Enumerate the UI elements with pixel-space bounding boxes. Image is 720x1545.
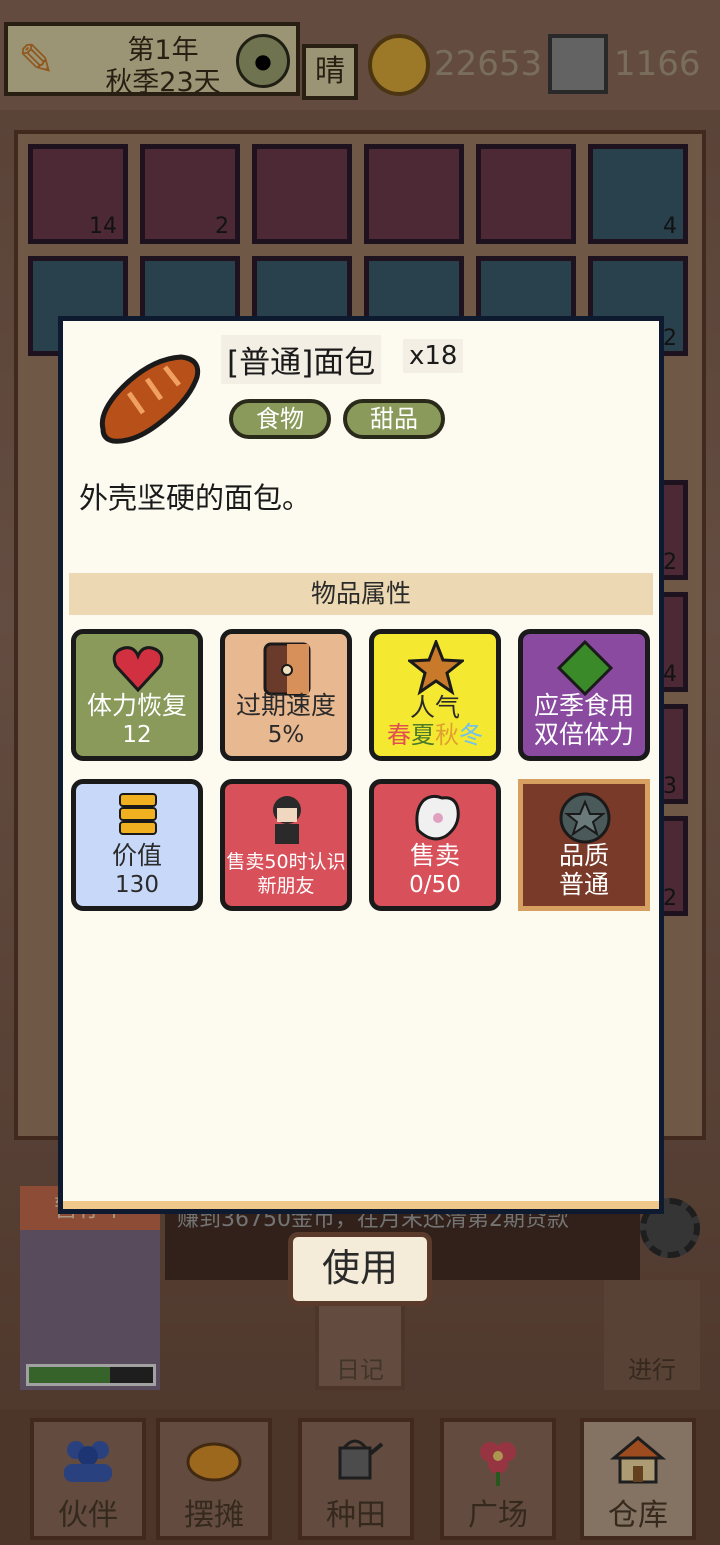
clock-bag-icon (263, 642, 311, 696)
prop-value-price[interactable]: 价值 130 (71, 779, 203, 911)
season-spring: 春 (387, 721, 411, 749)
prop-value: 5% (267, 722, 305, 748)
heart-icon (112, 646, 164, 693)
prop-value: 普通 (558, 870, 609, 899)
season-autumn: 秋 (435, 721, 459, 749)
modal-bottom-stripe (63, 1201, 659, 1209)
prop-label: 售卖 (409, 841, 460, 870)
diamond-icon (557, 640, 613, 696)
glove-icon (415, 794, 460, 841)
prop-label: 过期速度 (235, 691, 336, 720)
prop-label: 品质 (558, 841, 609, 870)
prop-label: 体力恢复 (86, 691, 187, 720)
prop-value: 12 (122, 722, 152, 748)
prop-label: 应季食用 (533, 691, 634, 720)
properties-header: 物品属性 (69, 573, 653, 615)
tag-dessert: 甜品 (343, 399, 445, 439)
prop-popularity[interactable]: 人气 春夏秋冬 (369, 629, 501, 761)
tag-food: 食物 (229, 399, 331, 439)
bread-icon (99, 354, 201, 444)
prop-sell-count[interactable]: 售卖 0/50 (369, 779, 501, 911)
prop-seasons: 春夏秋冬 (374, 722, 496, 748)
prop-quality[interactable]: 品质 普通 (518, 779, 650, 911)
season-winter: 冬 (459, 721, 483, 749)
character-icon (273, 796, 301, 844)
prop-value: 130 (115, 872, 159, 898)
prop-stamina-recovery[interactable]: 体力恢复 12 (71, 629, 203, 761)
prop-label: 价值 (111, 841, 162, 870)
prop-expiry-speed[interactable]: 过期速度 5% (220, 629, 352, 761)
prop-value: 0/50 (409, 872, 461, 898)
prop-sell-friend[interactable]: 售卖50时认识新朋友 (220, 779, 352, 911)
item-description: 外壳坚硬的面包。 (79, 481, 312, 515)
item-detail-dialog: [普通]面包 x18 食物 甜品 外壳坚硬的面包。 物品属性 体力恢复 12 过… (58, 316, 664, 1214)
item-quantity: x18 (403, 339, 464, 373)
use-button[interactable]: 使用 (288, 1232, 432, 1306)
coins-icon (119, 793, 157, 835)
prop-label: 售卖50时认识新朋友 (226, 851, 346, 897)
prop-label: 人气 (409, 693, 460, 722)
prop-seasonal-bonus[interactable]: 应季食用 双倍体力 (518, 629, 650, 761)
season-summer: 夏 (411, 721, 435, 749)
badge-icon (559, 792, 611, 844)
item-name: [普通]面包 (221, 335, 382, 384)
star-icon (408, 640, 464, 696)
prop-value: 双倍体力 (533, 720, 634, 749)
